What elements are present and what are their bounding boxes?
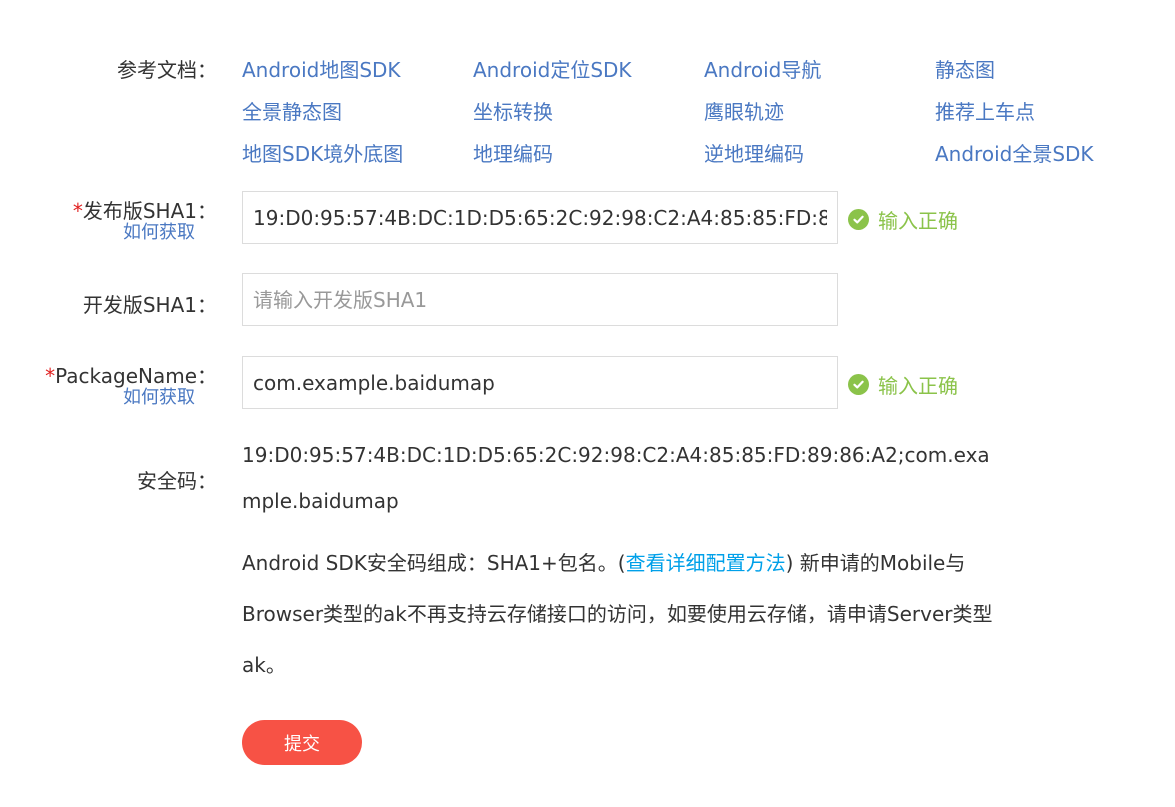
doc-link-android-map-sdk[interactable]: Android地图SDK (242, 54, 401, 83)
doc-link-eagle-eye-track[interactable]: 鹰眼轨迹 (704, 96, 784, 125)
security-code-value: 19:D0:95:57:4B:DC:1D:D5:65:2C:92:98:C2:A… (242, 443, 990, 513)
package-name-input[interactable] (242, 356, 838, 409)
docs-label: 参考文档： (117, 58, 217, 82)
package-name-status: 输入正确 (848, 370, 958, 399)
package-name-help-link[interactable]: 如何获取 (123, 383, 195, 409)
doc-link-static-map[interactable]: 静态图 (935, 54, 995, 83)
doc-link-reverse-geocoding[interactable]: 逆地理编码 (704, 138, 804, 167)
release-sha1-status-text: 输入正确 (878, 209, 958, 233)
check-circle-icon (848, 374, 869, 395)
doc-link-overseas-basemap[interactable]: 地图SDK境外底图 (242, 138, 403, 167)
required-mark: * (72, 199, 83, 223)
config-method-link[interactable]: 查看详细配置方法 (626, 551, 786, 575)
doc-link-android-navigation[interactable]: Android导航 (704, 54, 821, 83)
release-sha1-input[interactable] (242, 191, 838, 244)
dev-sha1-label: 开发版SHA1： (82, 293, 217, 317)
doc-link-coordinate-conversion[interactable]: 坐标转换 (473, 96, 553, 125)
required-mark: * (45, 364, 56, 388)
submit-button[interactable]: 提交 (242, 720, 362, 765)
package-name-status-text: 输入正确 (878, 374, 958, 398)
note-text-before: Android SDK安全码组成：SHA1+包名。( (242, 551, 626, 575)
security-code-note: Android SDK安全码组成：SHA1+包名。(查看详细配置方法) 新申请的… (242, 538, 1002, 691)
release-sha1-status: 输入正确 (848, 205, 958, 234)
doc-link-pickup-points[interactable]: 推荐上车点 (935, 96, 1035, 125)
release-sha1-help-link[interactable]: 如何获取 (123, 218, 195, 244)
doc-link-android-location-sdk[interactable]: Android定位SDK (473, 54, 632, 83)
check-circle-icon (848, 209, 869, 230)
doc-link-panorama-static[interactable]: 全景静态图 (242, 96, 342, 125)
doc-link-geocoding[interactable]: 地理编码 (473, 138, 553, 167)
doc-link-android-panorama-sdk[interactable]: Android全景SDK (935, 138, 1094, 167)
dev-sha1-input[interactable] (242, 273, 838, 326)
security-code-label: 安全码： (137, 469, 217, 493)
